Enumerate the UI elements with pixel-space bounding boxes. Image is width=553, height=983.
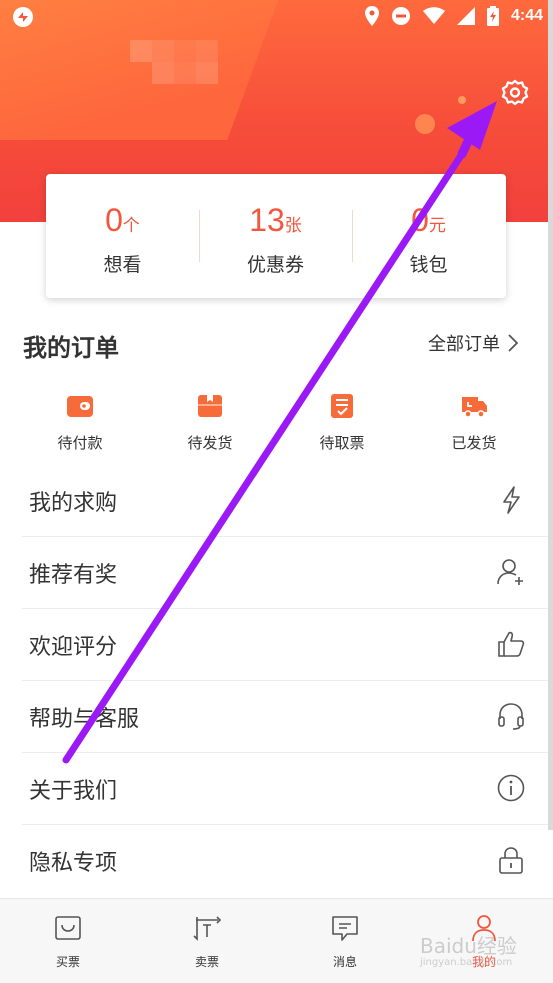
orders-title: 我的订单 bbox=[23, 334, 119, 362]
order-pending-shipment[interactable]: 待发货 bbox=[160, 392, 260, 456]
battery-charging-icon bbox=[486, 6, 499, 26]
stat-value: 13张 bbox=[249, 202, 302, 238]
tab-label: 消息 bbox=[332, 955, 357, 969]
avatar[interactable] bbox=[130, 40, 226, 98]
stats-card: 0个 想看 13张 优惠券 0元 钱包 bbox=[46, 174, 506, 298]
header-decoration-dot bbox=[415, 114, 435, 134]
order-label: 已发货 bbox=[451, 434, 497, 452]
stat-coupons[interactable]: 13张 优惠券 bbox=[199, 174, 352, 298]
menu-item-my-requests[interactable]: 我的求购 bbox=[22, 465, 553, 537]
info-icon bbox=[497, 774, 525, 802]
stat-value: 0个 bbox=[105, 202, 140, 238]
stat-label: 钱包 bbox=[409, 254, 448, 276]
watermark: Baidu经验 jingyan.baidu.com bbox=[420, 934, 517, 968]
status-time: 4:44 bbox=[510, 7, 543, 24]
wifi-icon bbox=[422, 7, 445, 24]
stat-label: 想看 bbox=[103, 254, 142, 276]
menu-item-label: 我的求购 bbox=[29, 491, 118, 516]
menu-item-label: 推荐有奖 bbox=[29, 563, 118, 588]
tab-label: 买票 bbox=[55, 955, 80, 969]
sell-ticket-icon bbox=[193, 916, 222, 941]
order-pending-payment[interactable]: 待付款 bbox=[30, 392, 130, 456]
buy-ticket-icon bbox=[55, 916, 81, 940]
tab-label: 卖票 bbox=[194, 955, 219, 969]
menu-item-privacy[interactable]: 隐私专项 bbox=[22, 825, 553, 897]
menu-item-label: 关于我们 bbox=[29, 779, 118, 804]
stat-label: 优惠券 bbox=[246, 254, 304, 276]
stat-wallet[interactable]: 0元 钱包 bbox=[352, 174, 505, 298]
order-label: 待付款 bbox=[57, 434, 103, 452]
settings-menu-list: 我的求购 推荐有奖 欢迎评分 帮助与客服 关于我们 隐私专项 bbox=[22, 465, 553, 897]
headset-icon bbox=[498, 703, 524, 730]
message-icon bbox=[332, 916, 358, 941]
app-notification-icon bbox=[13, 7, 33, 27]
gear-icon[interactable] bbox=[500, 78, 530, 108]
order-label: 待取票 bbox=[319, 434, 365, 452]
wallet-icon bbox=[67, 396, 93, 417]
scrollbar[interactable] bbox=[548, 0, 553, 830]
order-shipped[interactable]: 已发货 bbox=[424, 392, 524, 456]
menu-item-label: 欢迎评分 bbox=[29, 635, 118, 660]
menu-item-help-support[interactable]: 帮助与客服 bbox=[22, 681, 553, 753]
truck-icon bbox=[462, 397, 487, 418]
tab-messages[interactable]: 消息 bbox=[305, 913, 385, 973]
thumbs-up-icon bbox=[498, 631, 525, 657]
header-decoration-dot bbox=[458, 96, 466, 104]
menu-item-label: 帮助与客服 bbox=[29, 707, 140, 732]
lock-icon bbox=[499, 847, 523, 874]
all-orders-link[interactable]: 全部订单 bbox=[428, 330, 518, 356]
menu-item-label: 隐私专项 bbox=[29, 851, 118, 876]
lightning-icon bbox=[503, 486, 520, 514]
location-icon bbox=[364, 6, 379, 26]
user-add-icon bbox=[497, 559, 523, 585]
menu-item-referral[interactable]: 推荐有奖 bbox=[22, 537, 553, 609]
package-icon bbox=[198, 395, 222, 417]
order-label: 待发货 bbox=[187, 434, 233, 452]
signal-icon bbox=[456, 7, 475, 25]
tab-buy-tickets[interactable]: 买票 bbox=[28, 913, 108, 973]
all-orders-label: 全部订单 bbox=[428, 334, 500, 355]
menu-item-about-us[interactable]: 关于我们 bbox=[22, 753, 553, 825]
status-bar: 4:44 bbox=[0, 0, 553, 32]
menu-item-rate-us[interactable]: 欢迎评分 bbox=[22, 609, 553, 681]
stat-want-to-see[interactable]: 0个 想看 bbox=[46, 174, 199, 298]
chevron-right-icon bbox=[508, 334, 518, 352]
stat-value: 0元 bbox=[411, 202, 446, 238]
do-not-disturb-icon bbox=[391, 7, 410, 25]
ticket-icon bbox=[331, 394, 353, 418]
tab-sell-tickets[interactable]: 卖票 bbox=[167, 913, 247, 973]
profile-screen: 4:44 0个 想看 13张 优惠券 0元 钱包 我的订单 全部订单 待付款 待… bbox=[0, 0, 553, 983]
order-pending-pickup[interactable]: 待取票 bbox=[292, 392, 392, 456]
